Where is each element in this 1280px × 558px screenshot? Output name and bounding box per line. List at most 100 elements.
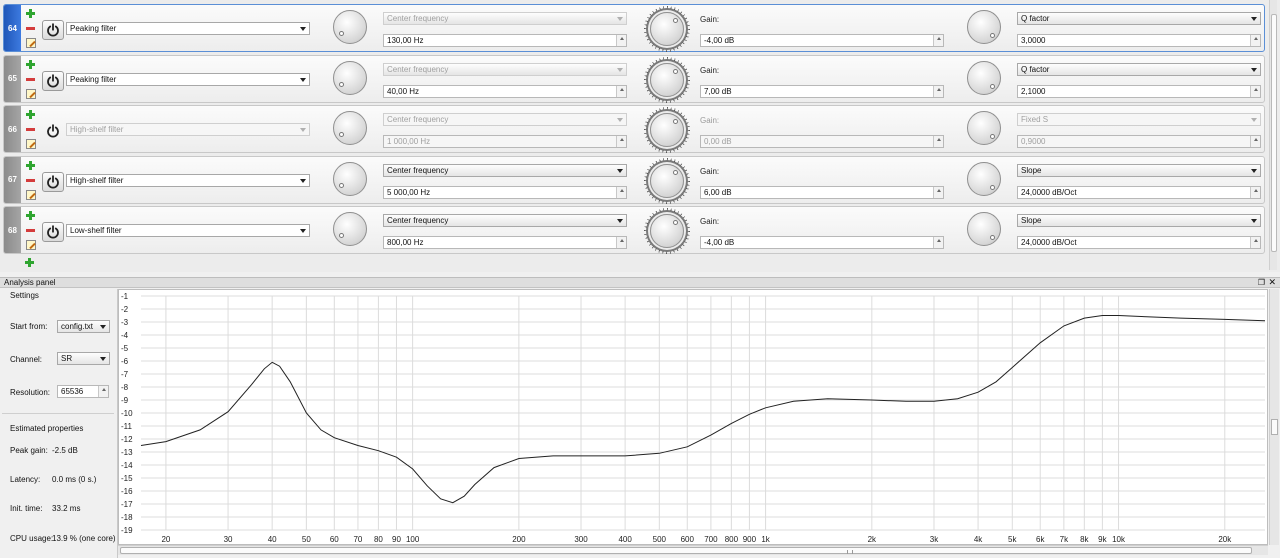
edit-filter-icon[interactable] <box>26 38 36 48</box>
param3-spinbox[interactable]: 24,0000 dB/Oct <box>1017 185 1261 199</box>
gain-spinbox[interactable]: -4,00 dB <box>700 236 944 249</box>
edit-filter-icon[interactable] <box>26 189 36 200</box>
gain-knob[interactable] <box>650 214 684 248</box>
channel-select[interactable]: SR <box>57 352 110 365</box>
remove-filter-icon[interactable] <box>26 128 35 131</box>
x-tick-label: 600 <box>681 535 695 544</box>
filter-row[interactable]: 67 High-shelf filter Center frequency 5 000… <box>3 155 1265 204</box>
add-filter-icon[interactable] <box>26 9 35 18</box>
power-toggle-icon[interactable] <box>42 20 64 40</box>
add-filter-icon[interactable] <box>26 211 35 220</box>
float-panel-icon[interactable]: ❐ <box>1258 278 1265 287</box>
param3-select[interactable]: Slope <box>1017 163 1261 177</box>
x-tick-label: 10k <box>1112 535 1126 544</box>
param3-select[interactable]: Q factor <box>1017 12 1261 25</box>
gain-spinbox[interactable]: 7,00 dB <box>700 84 944 98</box>
param1-select[interactable]: Center frequency <box>383 214 627 227</box>
filters-scroll-thumb[interactable] <box>1271 14 1277 252</box>
param1-spinbox[interactable]: 130,00 Hz <box>383 34 627 47</box>
param3-spinbox[interactable]: 24,0000 dB/Oct <box>1017 236 1261 249</box>
channel-label: Channel: <box>10 355 43 364</box>
param1-select[interactable]: Center frequency <box>383 62 627 76</box>
remove-filter-icon[interactable] <box>26 178 35 182</box>
plot-vertical-scroll-thumb[interactable] <box>1271 419 1278 435</box>
peak-gain-label: Peak gain: <box>10 446 48 455</box>
y-tick-label: -19 <box>121 526 133 535</box>
gain-spinbox[interactable]: 0,00 dB <box>700 135 944 148</box>
param1-spinbox[interactable]: 5 000,00 Hz <box>383 185 627 199</box>
plot-horizontal-scroll-thumb[interactable] <box>120 547 1252 554</box>
gain-knob[interactable] <box>650 113 684 147</box>
gain-spinbox[interactable]: -4,00 dB <box>700 34 944 47</box>
param1-spinbox[interactable]: 1 000,00 Hz <box>383 135 627 148</box>
edit-filter-icon[interactable] <box>26 240 36 250</box>
plot-vertical-scrollbar[interactable] <box>1269 289 1279 545</box>
y-tick-label: -11 <box>121 422 133 431</box>
filter-index[interactable]: 66 <box>4 106 21 152</box>
filter-row[interactable]: 65 Peaking filter Center frequency 40,00 Hz… <box>3 54 1265 103</box>
gain-spinbox[interactable]: 6,00 dB <box>700 185 944 199</box>
power-toggle-icon[interactable] <box>42 222 64 242</box>
filter-row[interactable]: 64 Peaking filter Center frequency 130,00 H… <box>3 4 1265 52</box>
close-panel-icon[interactable]: ✕ <box>1268 278 1276 287</box>
filter-type-select[interactable]: Peaking filter <box>66 22 310 35</box>
frequency-knob[interactable] <box>333 161 367 196</box>
q-knob[interactable] <box>967 10 1001 44</box>
param3-spinbox[interactable]: 0,9000 <box>1017 135 1261 148</box>
remove-filter-icon[interactable] <box>26 27 35 30</box>
q-knob[interactable] <box>967 60 1001 95</box>
analysis-panel-title: Analysis panel <box>4 278 56 287</box>
frequency-knob[interactable] <box>333 111 367 145</box>
filter-index[interactable]: 64 <box>4 5 21 51</box>
filter-type-select[interactable]: Peaking filter <box>66 72 310 86</box>
y-tick-label: -5 <box>121 344 129 353</box>
plot-horizontal-scrollbar[interactable] <box>118 545 1268 555</box>
edit-filter-icon[interactable] <box>26 139 36 149</box>
power-toggle-icon[interactable] <box>42 171 64 192</box>
filter-type-select[interactable]: High-shelf filter <box>66 173 310 187</box>
y-tick-label: -7 <box>121 370 129 379</box>
add-filter-icon[interactable] <box>26 59 35 69</box>
q-knob[interactable] <box>967 212 1001 246</box>
x-tick-label: 70 <box>353 535 362 544</box>
param1-select[interactable]: Center frequency <box>383 163 627 177</box>
frequency-knob[interactable] <box>333 10 367 44</box>
param1-select[interactable]: Center frequency <box>383 12 627 25</box>
filter-index[interactable]: 68 <box>4 207 21 253</box>
power-toggle-icon[interactable] <box>42 70 64 91</box>
filter-index[interactable]: 65 <box>4 55 21 102</box>
param3-spinbox[interactable]: 3,0000 <box>1017 34 1261 47</box>
remove-filter-icon[interactable] <box>26 77 35 81</box>
param3-select[interactable]: Slope <box>1017 214 1261 227</box>
gain-knob[interactable] <box>650 12 684 46</box>
remove-filter-icon[interactable] <box>26 229 35 232</box>
filter-index[interactable]: 67 <box>4 156 21 203</box>
gain-value: 6,00 dB <box>704 187 732 197</box>
add-filter-icon[interactable] <box>26 160 35 170</box>
param3-select[interactable]: Fixed S <box>1017 113 1261 126</box>
frequency-knob[interactable] <box>333 60 367 95</box>
frequency-knob[interactable] <box>333 212 367 246</box>
edit-filter-icon[interactable] <box>26 88 36 99</box>
filter-row[interactable]: 66 High-shelf filter Center frequency 1 000… <box>3 105 1265 153</box>
y-tick-label: -9 <box>121 396 129 405</box>
param1-spinbox[interactable]: 40,00 Hz <box>383 84 627 98</box>
frequency-response-plot[interactable]: -1 -2 -3 -4 -5 -6 -7 -8 -9 -10 -11 -12 -13 -14 -15 -16 -… <box>118 289 1268 545</box>
add-filter-icon[interactable] <box>25 258 34 267</box>
param3-spinbox[interactable]: 2,1000 <box>1017 84 1261 98</box>
resolution-spinbox[interactable]: 65536 <box>57 385 109 398</box>
gain-knob[interactable] <box>650 62 684 97</box>
filter-type-select[interactable]: High-shelf filter <box>66 123 310 136</box>
param1-spinbox[interactable]: 800,00 Hz <box>383 236 627 249</box>
param3-select[interactable]: Q factor <box>1017 62 1261 76</box>
add-filter-icon[interactable] <box>26 110 35 119</box>
param1-select[interactable]: Center frequency <box>383 113 627 126</box>
filters-scrollbar[interactable] <box>1269 0 1277 270</box>
power-toggle-icon[interactable] <box>42 121 64 141</box>
gain-knob[interactable] <box>650 163 684 198</box>
filter-type-select[interactable]: Low-shelf filter <box>66 224 310 237</box>
q-knob[interactable] <box>967 161 1001 196</box>
start-from-select[interactable]: config.txt <box>57 320 110 333</box>
q-knob[interactable] <box>967 111 1001 145</box>
filter-row[interactable]: 68 Low-shelf filter Center frequency 800,00… <box>3 206 1265 254</box>
